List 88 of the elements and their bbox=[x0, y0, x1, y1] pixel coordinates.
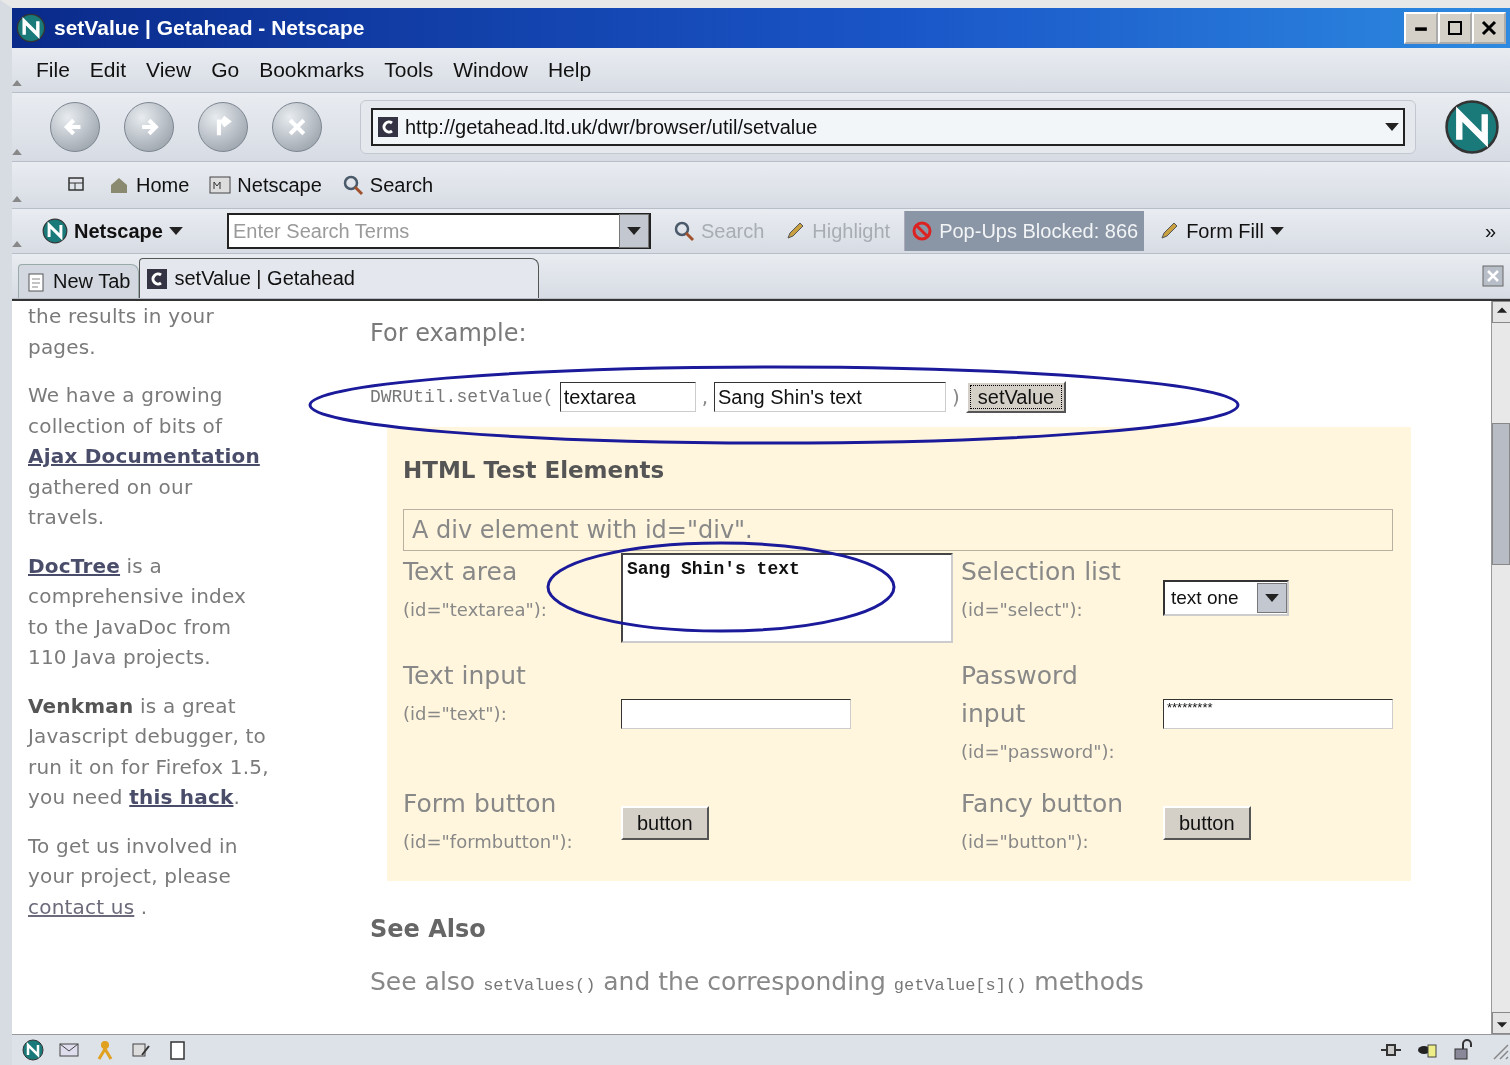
link[interactable]: DocTree bbox=[28, 553, 121, 578]
menu-item[interactable]: Bookmarks bbox=[249, 58, 375, 82]
scrollbar-thumb[interactable] bbox=[1492, 423, 1510, 565]
menu-item[interactable]: Help bbox=[537, 58, 602, 82]
field-label: Selection list bbox=[961, 556, 1122, 588]
forward-button[interactable] bbox=[124, 102, 174, 152]
tab[interactable]: setValue | Getahead bbox=[139, 258, 540, 298]
sidebar-paragraph: DocTree is a comprehensive index to the JavaDoc from 110 Java projects. bbox=[28, 552, 248, 671]
menu-item[interactable]: Tools bbox=[374, 58, 444, 82]
dropdown-arrow-icon bbox=[1385, 123, 1399, 131]
link[interactable]: contact us bbox=[28, 894, 135, 919]
sidebar-paragraph: Venkman is a great Javascript debugger, to run it on for Firefox 1.5, you need this hack. bbox=[28, 692, 270, 811]
sidebar-paragraph: the results in your pages. bbox=[28, 303, 215, 361]
value-input[interactable]: Sang Shin's text bbox=[714, 382, 946, 412]
textarea-field[interactable]: Sang Shin's text bbox=[621, 553, 953, 643]
menu-item[interactable]: Window bbox=[443, 58, 538, 82]
menu-item[interactable]: File bbox=[26, 58, 80, 82]
app-logo-icon[interactable] bbox=[22, 1039, 44, 1061]
back-button[interactable] bbox=[50, 102, 100, 152]
form-button[interactable]: button bbox=[1163, 806, 1251, 840]
dropdown-arrow-icon bbox=[1265, 594, 1279, 602]
intro-text: For example: bbox=[370, 319, 528, 347]
field-label: Fancy button bbox=[961, 788, 1125, 820]
close-button[interactable] bbox=[1472, 12, 1506, 44]
window-title: setValue | Getahead - Netscape bbox=[54, 16, 366, 40]
div-element: A div element with id="div". bbox=[403, 509, 1393, 551]
collapse-grip-icon bbox=[12, 241, 22, 247]
menu-item[interactable]: Go bbox=[201, 58, 250, 82]
toolbar-button[interactable]: Netscape bbox=[203, 169, 328, 201]
close-tab-icon[interactable] bbox=[1482, 265, 1504, 287]
collapse-grip-icon bbox=[12, 80, 22, 86]
id-label: (id="button"): bbox=[961, 830, 1090, 854]
set-value-button[interactable]: setValue bbox=[965, 381, 1067, 413]
field-label: Password input bbox=[961, 660, 1079, 730]
code-text: DWRUtil.setValue( bbox=[370, 387, 554, 407]
menu-item[interactable]: Edit bbox=[79, 58, 137, 82]
toolbar-button[interactable]: Search bbox=[335, 169, 440, 201]
reload-button[interactable] bbox=[198, 102, 248, 152]
sidebar-paragraph: We have a growing collection of bits of Ajax Documentation gathered on our travels. bbox=[28, 382, 261, 531]
app-logo-icon bbox=[42, 218, 68, 244]
panel-title: HTML Test Elements bbox=[403, 457, 666, 483]
caret-icon bbox=[1269, 227, 1284, 235]
link[interactable]: this hack bbox=[129, 785, 234, 809]
scrollbar[interactable] bbox=[1491, 301, 1510, 1034]
link[interactable]: Ajax Documentation bbox=[28, 444, 260, 468]
comma-text: , bbox=[701, 385, 708, 409]
field-label: Text input bbox=[403, 660, 527, 692]
select-dropdown[interactable]: text one bbox=[1163, 580, 1289, 616]
app-logo-icon bbox=[16, 13, 46, 43]
id-label: (id="text"): bbox=[403, 702, 508, 726]
my-badge-icon bbox=[209, 174, 232, 196]
search-icon bbox=[672, 220, 695, 242]
maximize-button[interactable] bbox=[1438, 12, 1472, 44]
id-input[interactable]: textarea bbox=[559, 382, 696, 412]
blocked-icon bbox=[911, 220, 934, 242]
site-icon bbox=[377, 116, 399, 138]
menu-item[interactable]: View bbox=[136, 58, 202, 82]
caret-icon bbox=[168, 227, 183, 235]
collapse-grip-icon bbox=[12, 149, 22, 155]
password-input[interactable]: ********* bbox=[1163, 699, 1393, 729]
id-label: (id="password"): bbox=[961, 740, 1116, 764]
field-label: Text area bbox=[403, 556, 519, 588]
search-icon bbox=[341, 174, 364, 196]
minimize-button[interactable] bbox=[1404, 12, 1438, 44]
paren-text: ) bbox=[952, 385, 960, 409]
toolbar-button[interactable]: Home bbox=[102, 169, 196, 201]
toolbar-button[interactable]: Form Fill bbox=[1152, 215, 1290, 247]
document-icon bbox=[25, 270, 47, 293]
dropdown-arrow-icon bbox=[626, 227, 641, 235]
text-input[interactable] bbox=[621, 699, 851, 729]
minimize-icon bbox=[1414, 24, 1428, 32]
see-also-text: See also setValues() and the corresponding getValue[s]() methods bbox=[370, 967, 1145, 996]
site-icon bbox=[146, 267, 169, 290]
sidebar-paragraph: To get us involved in your project, please contact us . bbox=[28, 832, 239, 921]
url-field[interactable]: http://getahead.ltd.uk/dwr/browser/util/setvalue bbox=[371, 108, 1405, 146]
id-label: (id="textarea"): bbox=[403, 598, 548, 622]
padlock-icon bbox=[1452, 1039, 1474, 1061]
search-engine-menu[interactable]: Netscape bbox=[36, 214, 189, 248]
id-label: (id="select"): bbox=[961, 598, 1084, 622]
field-label: Form button bbox=[403, 788, 558, 820]
collapse-grip-icon bbox=[12, 196, 22, 202]
overflow-button[interactable]: » bbox=[1478, 215, 1502, 247]
stop-button[interactable] bbox=[272, 102, 322, 152]
tab[interactable]: New Tab bbox=[18, 264, 140, 298]
app-logo-icon bbox=[1444, 99, 1500, 155]
form-button[interactable]: button bbox=[621, 806, 709, 840]
id-label: (id="formbutton"): bbox=[403, 830, 574, 854]
section-heading: See Also bbox=[370, 915, 487, 943]
